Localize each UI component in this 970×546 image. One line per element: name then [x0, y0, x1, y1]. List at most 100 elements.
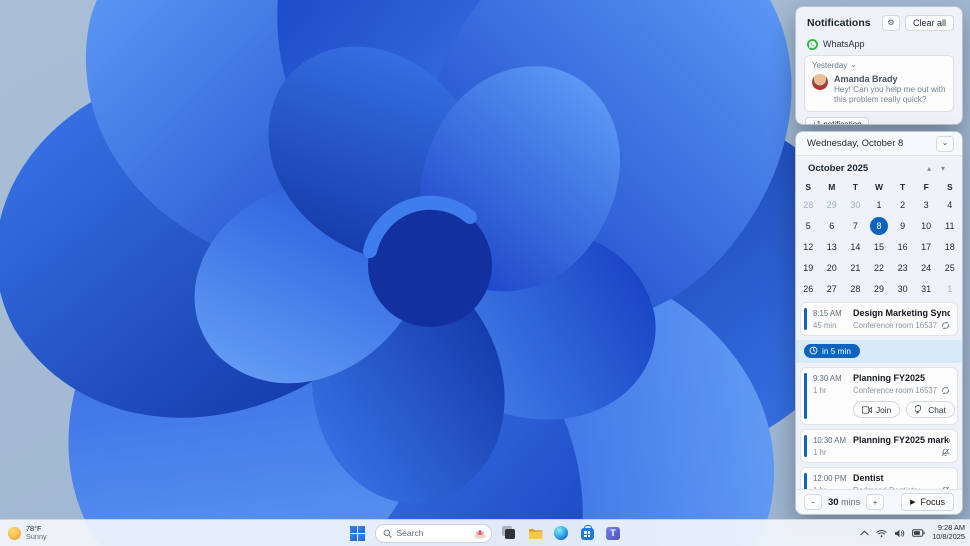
calendar-day[interactable]: 6 [823, 217, 841, 235]
start-button[interactable] [349, 525, 366, 542]
video-camera-icon [862, 405, 872, 414]
calendar-day[interactable]: 29 [823, 196, 841, 214]
calendar-day[interactable]: 27 [823, 280, 841, 298]
calendar-day[interactable]: 7 [846, 217, 864, 235]
calendar-day[interactable]: 9 [894, 217, 912, 235]
store-icon [580, 525, 594, 540]
task-view-button[interactable] [501, 525, 518, 542]
event-time: 12:00 PM [813, 474, 847, 483]
event-card[interactable]: 10:30 AM Planning FY2025 marketing 1 hr [800, 429, 958, 463]
calendar-day[interactable]: 30 [846, 196, 864, 214]
calendar-day[interactable]: 5 [799, 217, 817, 235]
teams-icon: T [606, 526, 620, 540]
calendar-day[interactable]: 2 [894, 196, 912, 214]
calendar-day[interactable]: 14 [846, 238, 864, 256]
notification-app-name: WhatsApp [823, 39, 865, 49]
event-accent-bar [804, 435, 807, 457]
microsoft-store-button[interactable] [579, 525, 596, 542]
event-duration: 1 hr [813, 448, 827, 457]
calendar-day[interactable]: 11 [941, 217, 959, 235]
weekday-label: M [828, 182, 836, 192]
calendar-day[interactable]: 31 [917, 280, 935, 298]
calendar-day[interactable]: 16 [894, 238, 912, 256]
calendar-day[interactable]: 18 [941, 238, 959, 256]
chat-button[interactable]: Chat [906, 401, 955, 418]
agenda-list: 8:15 AM Design Marketing Sync 45 min Con… [796, 302, 962, 489]
calendar-day[interactable]: 21 [846, 259, 864, 277]
search-icon [383, 529, 392, 538]
weekday-label: T [899, 182, 906, 192]
event-card[interactable]: 9:30 AM Planning FY2025 1 hr Conference … [800, 367, 958, 425]
calendar-day[interactable]: 30 [894, 280, 912, 298]
collapse-calendar-button[interactable]: ⌄ [936, 135, 954, 152]
increase-duration-button[interactable]: + [866, 494, 885, 510]
tray-expand-button[interactable] [860, 530, 869, 536]
event-location: Redmond Dentistry [853, 486, 937, 489]
recurring-icon [941, 321, 950, 330]
folder-icon [528, 528, 542, 539]
upcoming-alert-label: in 5 min [822, 345, 852, 356]
calendar-day[interactable]: 4 [941, 196, 959, 214]
focus-button[interactable]: ▶ Focus [901, 493, 954, 511]
calendar-day[interactable]: 12 [799, 238, 817, 256]
calendar-month-label: October 2025 [808, 162, 869, 174]
calendar-day[interactable]: 1 [941, 280, 959, 298]
weather-widget[interactable]: 78°F Sunny [8, 524, 47, 542]
calendar-day-selected[interactable]: 8 [870, 216, 888, 235]
calendar-day[interactable]: 28 [846, 280, 864, 298]
taskbar: 78°F Sunny Search T 9:28 AM 10/8/2025 [0, 519, 970, 546]
calendar-day[interactable]: 22 [870, 259, 888, 277]
sun-icon [8, 526, 21, 540]
calendar-day[interactable]: 20 [823, 259, 841, 277]
notification-group-header[interactable]: WhatsApp [807, 38, 954, 50]
calendar-day[interactable]: 26 [799, 280, 817, 298]
calendar-day[interactable]: 29 [870, 280, 888, 298]
notification-sender: Amanda Brady [834, 74, 898, 84]
upcoming-alert-pill[interactable]: in 5 min [804, 343, 861, 358]
calendar-day[interactable]: 19 [799, 259, 817, 277]
calendar-day[interactable]: 3 [917, 196, 935, 214]
calendar-day[interactable]: 10 [917, 217, 935, 235]
calendar-day[interactable]: 25 [941, 259, 959, 277]
decrease-duration-button[interactable]: − [804, 494, 822, 510]
search-box[interactable]: Search [374, 523, 492, 543]
calendar-day[interactable]: 24 [917, 259, 935, 277]
volume-button[interactable] [894, 529, 905, 538]
calendar-day[interactable]: 13 [823, 238, 841, 256]
calendar-day[interactable]: 28 [799, 196, 817, 214]
file-explorer-button[interactable] [527, 525, 544, 542]
event-duration: 1 hr [813, 486, 853, 489]
battery-button[interactable] [912, 529, 925, 537]
more-notifications-button[interactable]: +1 notification [805, 116, 869, 124]
search-highlight-flower-icon [473, 529, 486, 539]
join-meeting-button[interactable]: Join [853, 401, 901, 418]
clear-all-button[interactable]: Clear all [904, 14, 954, 31]
clock-widget[interactable]: 9:28 AM 10/8/2025 [932, 523, 965, 542]
calendar-day[interactable]: 17 [917, 238, 935, 256]
chevron-down-icon: ⌄ [850, 59, 857, 69]
calendar-weekday-row: S M T W T F S [796, 180, 962, 194]
wifi-button[interactable] [876, 529, 887, 538]
notification-settings-button[interactable]: ⚙ [881, 14, 900, 31]
battery-icon [912, 529, 925, 537]
calendar-next-month-button[interactable]: ▾ [936, 164, 950, 173]
edge-button[interactable] [553, 525, 570, 542]
calendar-prev-month-button[interactable]: ▴ [922, 164, 936, 173]
event-card[interactable]: 8:15 AM Design Marketing Sync 45 min Con… [800, 302, 958, 336]
calendar-day[interactable]: 23 [894, 259, 912, 277]
wifi-icon [876, 529, 887, 537]
search-placeholder: Search [396, 528, 424, 538]
bell-off-icon [941, 486, 950, 489]
notifications-title: Notifications [807, 16, 871, 29]
windows-logo-icon [349, 525, 365, 541]
event-card[interactable]: 12:00 PM Dentist 1 hr Redmond Dentistry [800, 467, 958, 489]
calendar-day[interactable]: 15 [870, 238, 888, 256]
recurring-icon [941, 386, 950, 395]
teams-button[interactable]: T [605, 525, 622, 542]
edge-icon [554, 526, 568, 540]
whatsapp-icon [807, 38, 818, 50]
calendar-day[interactable]: 1 [870, 196, 888, 214]
notification-card[interactable]: Yesterday ⌄ Amanda Brady Hey! Can you he… [804, 55, 954, 112]
calendar-panel: Wednesday, October 8 ⌄ October 2025 ▴ ▾ … [795, 131, 963, 515]
notification-group-label[interactable]: Yesterday ⌄ [812, 59, 946, 71]
